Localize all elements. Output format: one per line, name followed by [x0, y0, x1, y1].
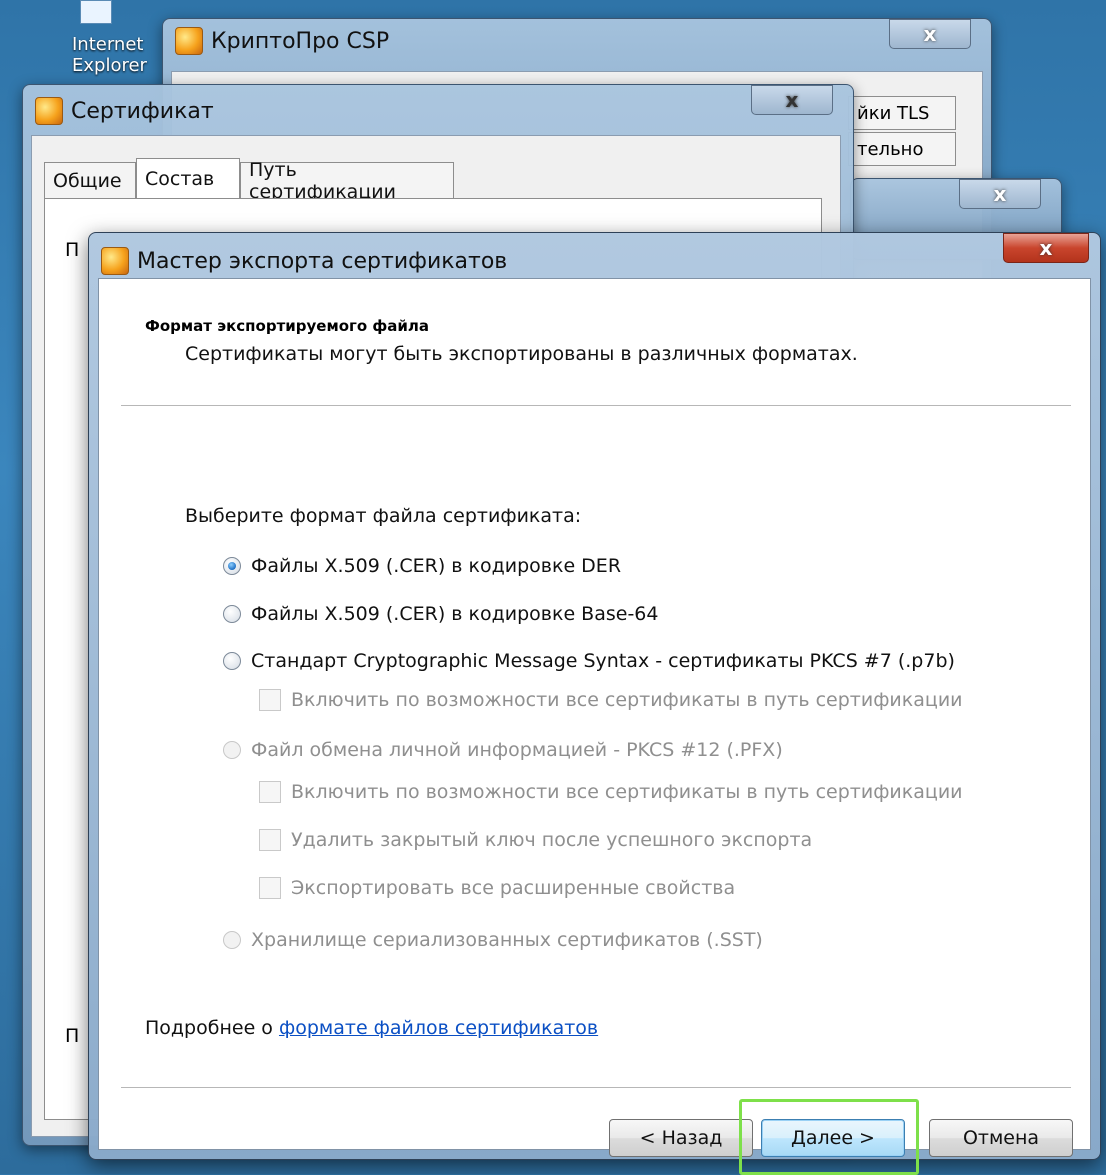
desktop-icon-internet-explorer[interactable]: Internet Explorer: [70, 0, 150, 90]
option-pfx[interactable]: Файл обмена личной информацией - PKCS #1…: [223, 739, 783, 761]
radio-pkcs7[interactable]: [223, 652, 241, 670]
checkbox-pkcs7-include[interactable]: [259, 689, 281, 711]
wizard-app-icon: [101, 247, 129, 275]
tab-tls-settings[interactable]: йки TLS: [848, 96, 956, 130]
checkbox-pfx-include[interactable]: [259, 781, 281, 803]
checkbox-pfx-export-props[interactable]: [259, 877, 281, 899]
cancel-button[interactable]: Отмена: [929, 1119, 1073, 1157]
certificate-partial-label: П: [65, 239, 80, 261]
wizard-client: Формат экспортируемого файла Сертификаты…: [98, 278, 1091, 1175]
option-pfx-include-label: Включить по возможности все сертификаты …: [291, 781, 963, 803]
option-der-label: Файлы X.509 (.CER) в кодировке DER: [251, 555, 622, 577]
radio-pfx[interactable]: [223, 741, 241, 759]
option-pfx-label: Файл обмена личной информацией - PKCS #1…: [251, 739, 783, 761]
format-prompt: Выберите формат файла сертификата:: [185, 505, 582, 527]
back-button[interactable]: < Назад: [609, 1119, 753, 1157]
tab-details[interactable]: Состав: [136, 158, 240, 198]
option-pfx-delete-key-label: Удалить закрытый ключ после успешного эк…: [291, 829, 813, 851]
option-pkcs7[interactable]: Стандарт Cryptographic Message Syntax - …: [223, 650, 955, 672]
option-pfx-include[interactable]: Включить по возможности все сертификаты …: [259, 781, 963, 803]
option-pfx-export-props[interactable]: Экспортировать все расширенные свойства: [259, 877, 735, 899]
certificate-app-icon: [35, 97, 63, 125]
tab-general[interactable]: Общие: [44, 162, 136, 198]
wizard-header-subtitle: Сертификаты могут быть экспортированы в …: [185, 343, 858, 365]
radio-der[interactable]: [223, 557, 241, 575]
radio-base64[interactable]: [223, 605, 241, 623]
option-base64-label: Файлы X.509 (.CER) в кодировке Base-64: [251, 603, 659, 625]
option-pfx-export-props-label: Экспортировать все расширенные свойства: [291, 877, 736, 899]
certificate-title: Сертификат: [71, 98, 214, 124]
checkbox-pfx-delete-key[interactable]: [259, 829, 281, 851]
wizard-title: Мастер экспорта сертификатов: [137, 248, 508, 274]
tab-certification-path[interactable]: Путь сертификации: [240, 159, 454, 203]
footer-divider: [121, 1087, 1071, 1089]
more-info: Подробнее о формате файлов сертификатов: [145, 1017, 598, 1039]
option-pfx-delete-key[interactable]: Удалить закрытый ключ после успешного эк…: [259, 829, 812, 851]
header-divider: [121, 405, 1071, 407]
desktop-icon-label: Internet Explorer: [72, 34, 147, 76]
cryptopro-app-icon: [175, 27, 203, 55]
option-pkcs7-include-label: Включить по возможности все сертификаты …: [291, 689, 963, 711]
tab-additional[interactable]: тельно: [848, 132, 956, 166]
export-wizard-dialog: Мастер экспорта сертификатов x Формат эк…: [88, 232, 1101, 1175]
radio-sst[interactable]: [223, 931, 241, 949]
certificate-close-button[interactable]: x: [751, 85, 833, 115]
cryptopro-close-button[interactable]: x: [889, 19, 971, 49]
option-der[interactable]: Файлы X.509 (.CER) в кодировке DER: [223, 555, 621, 577]
option-base64[interactable]: Файлы X.509 (.CER) в кодировке Base-64: [223, 603, 658, 625]
certificate-tab-strip: Общие Состав Путь сертификации: [44, 158, 834, 203]
more-info-prefix: Подробнее о: [145, 1017, 279, 1039]
cryptopro-title: КриптоПро CSP: [211, 28, 390, 54]
certificate-formats-link[interactable]: формате файлов сертификатов: [279, 1017, 598, 1039]
option-pkcs7-include[interactable]: Включить по возможности все сертификаты …: [259, 689, 963, 711]
background-window-close-button[interactable]: x: [959, 179, 1041, 209]
option-sst-label: Хранилище сериализованных сертификатов (…: [251, 929, 763, 951]
wizard-header-title: Формат экспортируемого файла: [145, 317, 430, 335]
next-button-highlight: [739, 1099, 919, 1175]
internet-explorer-icon: [80, 0, 112, 24]
option-pkcs7-label: Стандарт Cryptographic Message Syntax - …: [251, 650, 955, 672]
wizard-close-button[interactable]: x: [1003, 233, 1089, 263]
option-sst[interactable]: Хранилище сериализованных сертификатов (…: [223, 929, 763, 951]
certificate-partial-label: П: [65, 1025, 80, 1047]
